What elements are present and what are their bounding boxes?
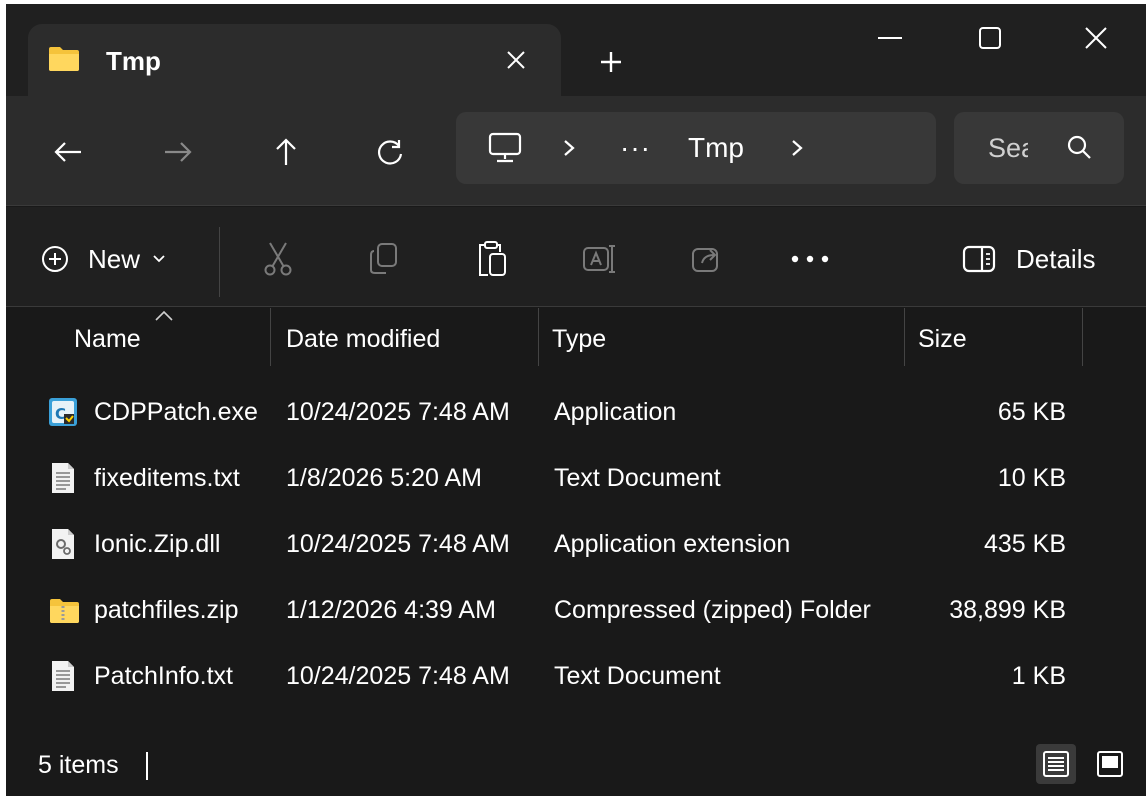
zip-folder-icon [50, 599, 79, 623]
share-icon [692, 248, 718, 272]
tiles-view-icon[interactable] [1090, 744, 1130, 784]
breadcrumb-overflow[interactable]: ··· [620, 112, 651, 184]
text-file-icon [52, 463, 74, 493]
details-button-label: Details [1016, 243, 1096, 274]
file-date: 10/24/2025 7:48 AM [286, 662, 510, 690]
file-row[interactable]: patchfiles.zip 1/12/2026 4:39 AM Compres… [6, 578, 1146, 642]
share-button[interactable] [690, 237, 724, 281]
item-count: 5 items [38, 751, 119, 779]
file-name: Ionic.Zip.dll [94, 530, 221, 558]
column-header-date-modified[interactable]: Date modified [286, 308, 440, 370]
chevron-down-icon [153, 255, 165, 263]
details-pane-icon [962, 245, 996, 273]
navigation-bar: ··· Tmp Sea [6, 96, 1146, 206]
chevron-right-icon[interactable] [562, 112, 576, 184]
column-divider[interactable] [538, 308, 539, 366]
text-file-icon [52, 661, 74, 691]
file-name: PatchInfo.txt [94, 662, 233, 690]
file-size: 435 KB [983, 530, 1066, 558]
scissors-icon [264, 242, 292, 276]
file-row[interactable]: Ionic.Zip.dll 10/24/2025 7:48 AM Applica… [6, 512, 1146, 576]
file-size: 10 KB [997, 464, 1066, 492]
search-icon[interactable] [1064, 132, 1096, 164]
file-row[interactable]: fixeditems.txt 1/8/2026 5:20 AM Text Doc… [6, 446, 1146, 510]
tab-title: Tmp [106, 46, 161, 76]
search-input[interactable]: Sea [988, 112, 1028, 184]
column-divider[interactable] [1082, 308, 1083, 366]
search-box[interactable]: Sea [954, 112, 1124, 184]
details-view-icon[interactable] [1036, 744, 1076, 784]
sort-ascending-icon [155, 310, 173, 321]
file-date: 10/24/2025 7:48 AM [286, 398, 510, 426]
rename-button[interactable] [582, 237, 618, 281]
command-separator [219, 227, 220, 297]
address-bar[interactable]: ··· Tmp [456, 112, 936, 184]
close-window-icon[interactable] [1068, 16, 1124, 60]
file-date: 1/8/2026 5:20 AM [286, 464, 482, 492]
file-size: 1 KB [1011, 662, 1066, 690]
new-tab-icon[interactable] [591, 42, 631, 82]
add-circle-icon [42, 246, 68, 272]
exe-icon: C [49, 398, 77, 426]
folder-icon [49, 47, 79, 71]
file-type: Compressed (zipped) Folder [554, 596, 871, 624]
file-date: 10/24/2025 7:48 AM [286, 530, 510, 558]
file-name: fixeditems.txt [94, 464, 240, 492]
file-type: Text Document [554, 662, 721, 690]
command-bar: New Details [6, 207, 1146, 307]
close-tab-icon[interactable] [498, 42, 534, 78]
copy-button[interactable] [368, 237, 400, 281]
paste-icon [479, 241, 506, 276]
file-type: Text Document [554, 464, 721, 492]
forward-icon[interactable] [156, 132, 200, 172]
file-size: 65 KB [997, 398, 1066, 426]
column-header-type[interactable]: Type [552, 308, 606, 370]
file-name: patchfiles.zip [94, 596, 239, 624]
rename-icon [583, 245, 615, 273]
up-icon[interactable] [264, 132, 308, 172]
cut-button[interactable] [262, 237, 294, 281]
breadcrumb-item-tmp[interactable]: Tmp [688, 112, 744, 184]
tab-tmp[interactable]: Tmp [28, 24, 561, 96]
column-header-name[interactable]: Name [74, 308, 141, 370]
file-list: Name Date modified Type Size C CDPPatch.… [6, 308, 1146, 728]
new-button[interactable]: New [40, 237, 166, 281]
maximize-icon[interactable] [962, 16, 1018, 60]
file-type: Application [554, 398, 677, 426]
file-row[interactable]: C CDPPatch.exe 10/24/2025 7:48 AM Applic… [6, 380, 1146, 444]
column-header-size[interactable]: Size [918, 308, 967, 370]
title-bar: Tmp [6, 4, 1146, 96]
new-button-label: New [88, 243, 141, 274]
file-explorer-window: Tmp ··· Tmp Se New Details Name Date mod… [6, 4, 1146, 796]
file-name: CDPPatch.exe [94, 398, 258, 426]
dll-file-icon [52, 529, 74, 559]
paste-button[interactable] [476, 237, 508, 281]
file-size: 38,899 KB [949, 596, 1066, 624]
column-divider[interactable] [904, 308, 905, 366]
minimize-icon[interactable] [862, 16, 918, 60]
copy-icon [370, 243, 397, 274]
computer-icon[interactable] [488, 112, 522, 184]
file-type: Application extension [554, 530, 791, 558]
back-icon[interactable] [46, 132, 90, 172]
status-separator [146, 752, 148, 780]
file-date: 1/12/2026 4:39 AM [286, 596, 496, 624]
column-divider[interactable] [270, 308, 271, 366]
status-bar: 5 items [6, 728, 1146, 796]
refresh-icon[interactable] [368, 132, 412, 172]
file-row[interactable]: PatchInfo.txt 10/24/2025 7:48 AM Text Do… [6, 644, 1146, 708]
more-options-icon[interactable] [790, 237, 830, 281]
chevron-right-icon[interactable] [790, 112, 804, 184]
details-button[interactable]: Details [962, 237, 1095, 281]
